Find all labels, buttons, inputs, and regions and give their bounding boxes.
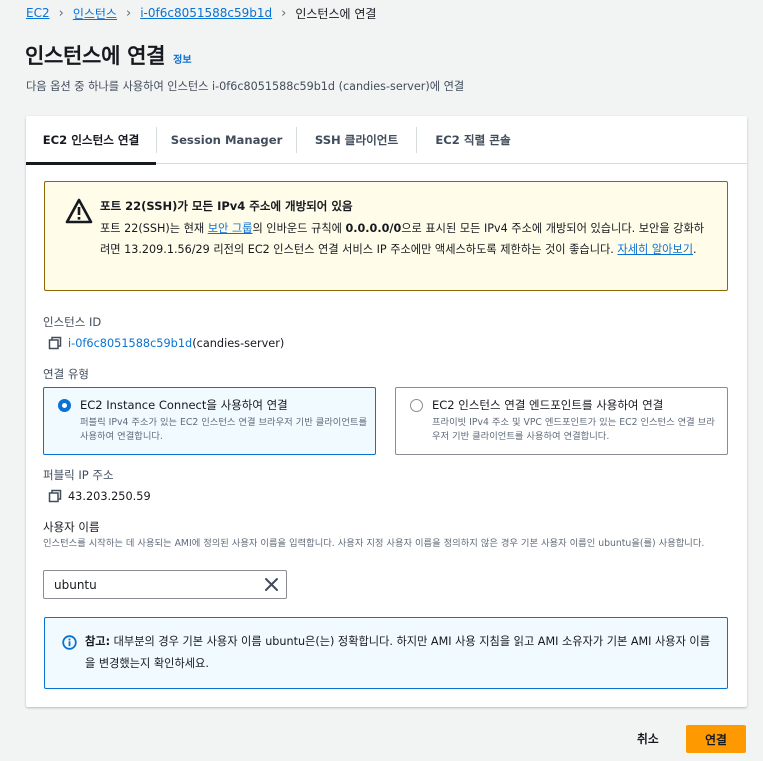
breadcrumb-current: 인스턴스에 연결 <box>295 6 377 21</box>
public-ip-row: 43.203.250.59 <box>48 489 151 503</box>
warning-cidr: 0.0.0.0/0 <box>345 222 402 235</box>
radio-endpoint-connect[interactable]: EC2 인스턴스 연결 엔드포인트를 사용하여 연결 프라이빗 IPv4 주소 … <box>395 387 728 455</box>
instance-id-row: i-0f6c8051588c59b1d (candies-server) <box>48 336 284 350</box>
info-alert: 참고: 대부분의 경우 기본 사용자 이름 ubuntu은(는) 정확합니다. … <box>44 617 728 689</box>
connect-button[interactable]: 연결 <box>686 725 746 753</box>
chevron-right-icon: › <box>281 5 287 21</box>
radio-title: EC2 인스턴스 연결 엔드포인트를 사용하여 연결 <box>432 398 664 412</box>
learn-more-link[interactable]: 자세히 알아보기 <box>617 243 693 256</box>
breadcrumb-ec2[interactable]: EC2 <box>26 6 50 20</box>
connect-panel: EC2 인스턴스 연결 Session Manager SSH 클라이언트 EC… <box>26 116 747 707</box>
username-description: 인스턴스를 시작하는 데 사용되는 AMI에 정의된 사용자 이름을 입력합니다… <box>43 538 705 549</box>
clear-icon[interactable] <box>264 577 279 592</box>
radio-button[interactable] <box>410 399 423 412</box>
radio-button-selected[interactable] <box>58 399 71 412</box>
connection-type-label: 연결 유형 <box>43 367 89 381</box>
radio-description: 프라이빗 IPv4 주소 및 VPC 엔드포인트가 있는 EC2 인스턴스 연결… <box>432 417 715 442</box>
chevron-right-icon: › <box>58 5 64 21</box>
warning-text: 포트 22(SSH)는 현재 보안 그룹의 인바운드 규칙에 0.0.0.0/0… <box>100 218 712 260</box>
instance-name: (candies-server) <box>192 336 285 350</box>
chevron-right-icon: › <box>125 5 132 21</box>
cancel-button[interactable]: 취소 <box>637 730 659 747</box>
info-bold: 참고: <box>85 635 111 648</box>
radio-title: EC2 Instance Connect을 사용하여 연결 <box>80 398 288 412</box>
username-input[interactable] <box>54 575 254 595</box>
warning-text-part: 의 인바운드 규칙에 <box>252 222 346 235</box>
public-ip-label: 퍼블릭 IP 주소 <box>43 468 114 482</box>
radio-instance-connect[interactable]: EC2 Instance Connect을 사용하여 연결 퍼블릭 IPv4 주… <box>43 387 376 455</box>
info-message: 대부분의 경우 기본 사용자 이름 ubuntu은(는) 정확합니다. 하지만 … <box>85 635 711 670</box>
breadcrumb: EC2 › 인스턴스 › i-0f6c8051588c59b1d › 인스턴스에… <box>26 4 376 22</box>
public-ip-value: 43.203.250.59 <box>68 489 151 503</box>
tab-ssh-client[interactable]: SSH 클라이언트 <box>297 116 416 164</box>
copy-icon[interactable] <box>48 489 62 503</box>
radio-description: 퍼블릭 IPv4 주소가 있는 EC2 인스턴스 연결 브라우저 기반 클라이언… <box>80 417 368 442</box>
warning-text-part: . <box>693 243 697 256</box>
info-text: 참고: 대부분의 경우 기본 사용자 이름 ubuntu은(는) 정확합니다. … <box>85 631 715 675</box>
warning-alert: 포트 22(SSH)가 모든 IPv4 주소에 개방되어 있음 포트 22(SS… <box>44 181 728 291</box>
instance-id-label: 인스턴스 ID <box>43 315 102 329</box>
page-header: 인스턴스에 연결 정보 <box>25 40 192 70</box>
breadcrumb-instances[interactable]: 인스턴스 <box>73 5 117 22</box>
tab-serial-console[interactable]: EC2 직렬 콘솔 <box>417 116 529 164</box>
instance-id-link[interactable]: i-0f6c8051588c59b1d <box>68 337 192 350</box>
warning-text-part: 포트 22(SSH)는 현재 <box>100 222 208 235</box>
page-title: 인스턴스에 연결 <box>25 44 166 68</box>
tab-session-manager[interactable]: Session Manager <box>157 116 296 164</box>
tab-list: EC2 인스턴스 연결 Session Manager SSH 클라이언트 EC… <box>26 116 747 165</box>
username-label: 사용자 이름 <box>43 520 100 534</box>
tab-ec2-instance-connect[interactable]: EC2 인스턴스 연결 <box>26 116 156 165</box>
warning-icon <box>65 198 93 224</box>
info-icon <box>62 635 77 650</box>
security-group-link[interactable]: 보안 그룹 <box>208 222 253 235</box>
warning-title: 포트 22(SSH)가 모든 IPv4 주소에 개방되어 있음 <box>100 199 353 213</box>
info-link[interactable]: 정보 <box>173 51 191 66</box>
copy-icon[interactable] <box>48 336 62 350</box>
username-field[interactable] <box>43 570 287 599</box>
page-description: 다음 옵션 중 하나를 사용하여 인스턴스 i-0f6c8051588c59b1… <box>26 80 465 93</box>
breadcrumb-instance-id[interactable]: i-0f6c8051588c59b1d <box>140 6 272 20</box>
